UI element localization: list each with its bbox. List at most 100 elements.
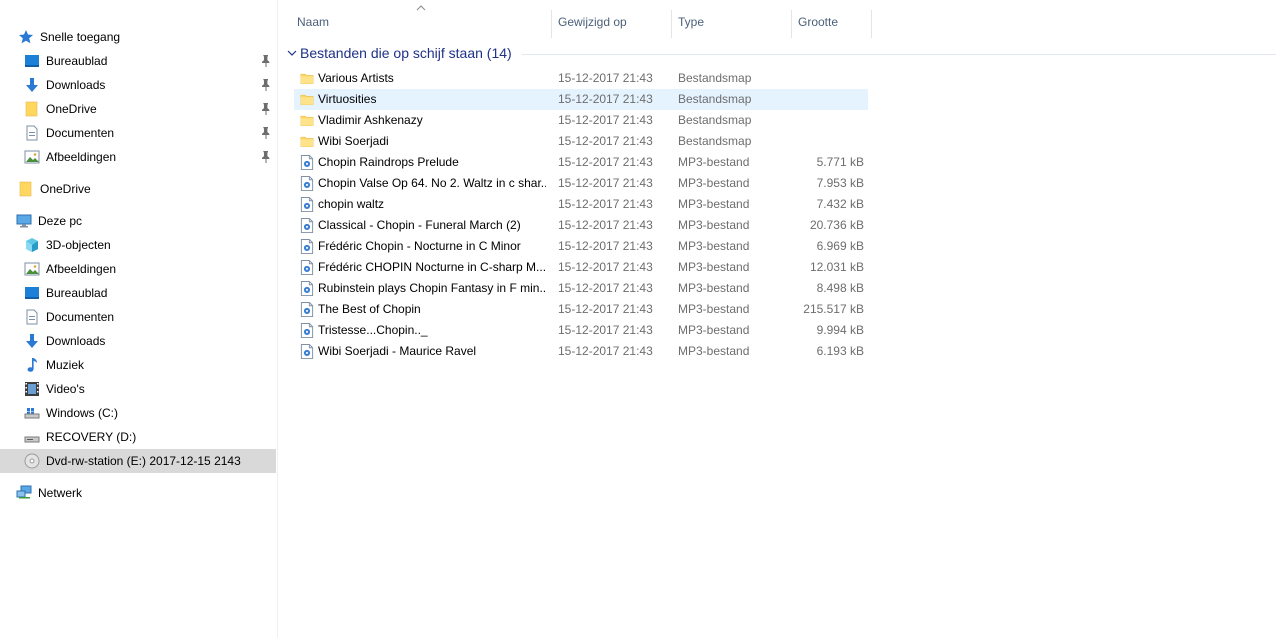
file-type: MP3-bestand xyxy=(678,344,750,358)
pin-icon[interactable] xyxy=(260,102,272,116)
mp3-file-icon xyxy=(300,260,314,275)
file-row[interactable]: chopin waltz 15-12-2017 21:43 MP3-bestan… xyxy=(294,194,868,215)
dvd-icon xyxy=(24,453,40,469)
file-row[interactable]: Various Artists 15-12-2017 21:43 Bestand… xyxy=(294,68,868,89)
file-name: Chopin Valse Op 64. No 2. Waltz in c sha… xyxy=(318,176,546,190)
nav-quick-afbeeldingen[interactable]: Afbeeldingen xyxy=(0,145,276,169)
file-size: 9.994 kB xyxy=(816,323,864,337)
file-row[interactable]: Classical - Chopin - Funeral March (2) 1… xyxy=(294,215,868,236)
network-icon xyxy=(16,485,32,501)
nav-pc-muziek[interactable]: Muziek xyxy=(0,353,276,377)
folder-icon xyxy=(300,71,314,86)
file-date: 15-12-2017 21:43 xyxy=(558,71,653,85)
column-header-modified[interactable]: Gewijzigd op xyxy=(552,10,672,38)
file-size: 20.736 kB xyxy=(809,218,864,232)
file-date: 15-12-2017 21:43 xyxy=(558,218,653,232)
folder-icon xyxy=(18,181,34,197)
nav-label: OneDrive xyxy=(46,102,97,116)
file-date: 15-12-2017 21:43 xyxy=(558,134,653,148)
file-type: Bestandsmap xyxy=(678,134,752,148)
file-type: Bestandsmap xyxy=(678,92,752,106)
file-row[interactable]: Chopin Raindrops Prelude 15-12-2017 21:4… xyxy=(294,152,868,173)
file-name: Chopin Raindrops Prelude xyxy=(318,155,459,169)
nav-quick-documenten[interactable]: Documenten xyxy=(0,121,276,145)
file-size: 215.517 kB xyxy=(803,302,864,316)
file-row[interactable]: Wibi Soerjadi - Maurice Ravel 15-12-2017… xyxy=(294,341,868,362)
pin-icon[interactable] xyxy=(260,78,272,92)
file-row[interactable]: Wibi Soerjadi 15-12-2017 21:43 Bestandsm… xyxy=(294,131,868,152)
chevron-down-icon[interactable] xyxy=(286,48,298,58)
nav-pc-videos[interactable]: Video's xyxy=(0,377,276,401)
folder-icon xyxy=(300,92,314,107)
file-type: MP3-bestand xyxy=(678,281,750,295)
file-type: MP3-bestand xyxy=(678,239,750,253)
3d-objects-icon xyxy=(24,237,40,253)
file-name: Various Artists xyxy=(318,71,394,85)
pin-icon[interactable] xyxy=(260,54,272,68)
column-header-name[interactable]: Naam xyxy=(291,10,552,38)
nav-pc-downloads[interactable]: Downloads xyxy=(0,329,276,353)
pin-icon[interactable] xyxy=(260,126,272,140)
download-icon xyxy=(24,333,40,349)
column-header-size[interactable]: Grootte xyxy=(792,10,872,38)
nav-label: Downloads xyxy=(46,78,106,92)
nav-label: Muziek xyxy=(46,358,85,372)
mp3-file-icon xyxy=(300,197,314,212)
nav-pc-documenten[interactable]: Documenten xyxy=(0,305,276,329)
file-row[interactable]: The Best of Chopin 15-12-2017 21:43 MP3-… xyxy=(294,299,868,320)
nav-quick-access[interactable]: Snelle toegang xyxy=(0,25,276,49)
nav-label: Deze pc xyxy=(38,214,83,228)
file-type: Bestandsmap xyxy=(678,71,752,85)
file-name: The Best of Chopin xyxy=(318,302,421,316)
nav-pc-bureaublad[interactable]: Bureaublad xyxy=(0,281,276,305)
nav-pc-dvd-e[interactable]: Dvd-rw-station (E:) 2017-12-15 2143 xyxy=(0,449,276,473)
document-icon xyxy=(24,309,40,325)
nav-label: Downloads xyxy=(46,334,106,348)
file-size: 12.031 kB xyxy=(809,260,864,274)
nav-network[interactable]: Netwerk xyxy=(0,481,276,505)
file-date: 15-12-2017 21:43 xyxy=(558,197,653,211)
nav-pc-windows-c[interactable]: Windows (C:) xyxy=(0,401,276,425)
group-title: Bestanden die op schijf staan (14) xyxy=(300,45,512,61)
file-name: chopin waltz xyxy=(318,197,385,211)
file-row[interactable]: Chopin Valse Op 64. No 2. Waltz in c sha… xyxy=(294,173,868,194)
file-row[interactable]: Virtuosities 15-12-2017 21:43 Bestandsma… xyxy=(294,89,868,110)
file-size: 7.953 kB xyxy=(816,176,864,190)
nav-this-pc[interactable]: Deze pc xyxy=(0,209,276,233)
column-header-bar: Naam Gewijzigd op Type Grootte xyxy=(280,5,1276,38)
file-name: Wibi Soerjadi xyxy=(318,134,389,148)
pictures-icon xyxy=(24,261,40,277)
nav-pc-recovery-d[interactable]: RECOVERY (D:) xyxy=(0,425,276,449)
file-date: 15-12-2017 21:43 xyxy=(558,155,653,169)
file-row[interactable]: Vladimir Ashkenazy 15-12-2017 21:43 Best… xyxy=(294,110,868,131)
file-row[interactable]: Frédéric Chopin - Nocturne in C Minor 15… xyxy=(294,236,868,257)
file-date: 15-12-2017 21:43 xyxy=(558,281,653,295)
music-icon xyxy=(24,357,40,373)
desktop-icon xyxy=(24,285,40,301)
file-name: Frédéric Chopin - Nocturne in C Minor xyxy=(318,239,521,253)
drive-icon xyxy=(24,405,40,421)
pin-icon[interactable] xyxy=(260,150,272,164)
file-row[interactable]: Tristesse...Chopin.._ 15-12-2017 21:43 M… xyxy=(294,320,868,341)
group-header[interactable]: Bestanden die op schijf staan (14) xyxy=(286,42,1276,64)
file-row[interactable]: Rubinstein plays Chopin Fantasy in F min… xyxy=(294,278,868,299)
file-date: 15-12-2017 21:43 xyxy=(558,239,653,253)
nav-quick-bureaublad[interactable]: Bureaublad xyxy=(0,49,276,73)
column-header-type[interactable]: Type xyxy=(672,10,792,38)
file-name: Rubinstein plays Chopin Fantasy in F min… xyxy=(318,281,546,295)
file-type: MP3-bestand xyxy=(678,302,750,316)
nav-quick-onedrive[interactable]: OneDrive xyxy=(0,97,276,121)
file-size: 8.498 kB xyxy=(816,281,864,295)
file-row[interactable]: Frédéric CHOPIN Nocturne in C-sharp M...… xyxy=(294,257,868,278)
nav-pc-afbeeldingen[interactable]: Afbeeldingen xyxy=(0,257,276,281)
mp3-file-icon xyxy=(300,155,314,170)
file-date: 15-12-2017 21:43 xyxy=(558,176,653,190)
file-date: 15-12-2017 21:43 xyxy=(558,113,653,127)
nav-onedrive[interactable]: OneDrive xyxy=(0,177,276,201)
nav-quick-downloads[interactable]: Downloads xyxy=(0,73,276,97)
mp3-file-icon xyxy=(300,302,314,317)
nav-label: Documenten xyxy=(46,126,115,140)
nav-pc-3d-objecten[interactable]: 3D-objecten xyxy=(0,233,276,257)
file-type: MP3-bestand xyxy=(678,323,750,337)
nav-label: 3D-objecten xyxy=(46,238,111,252)
